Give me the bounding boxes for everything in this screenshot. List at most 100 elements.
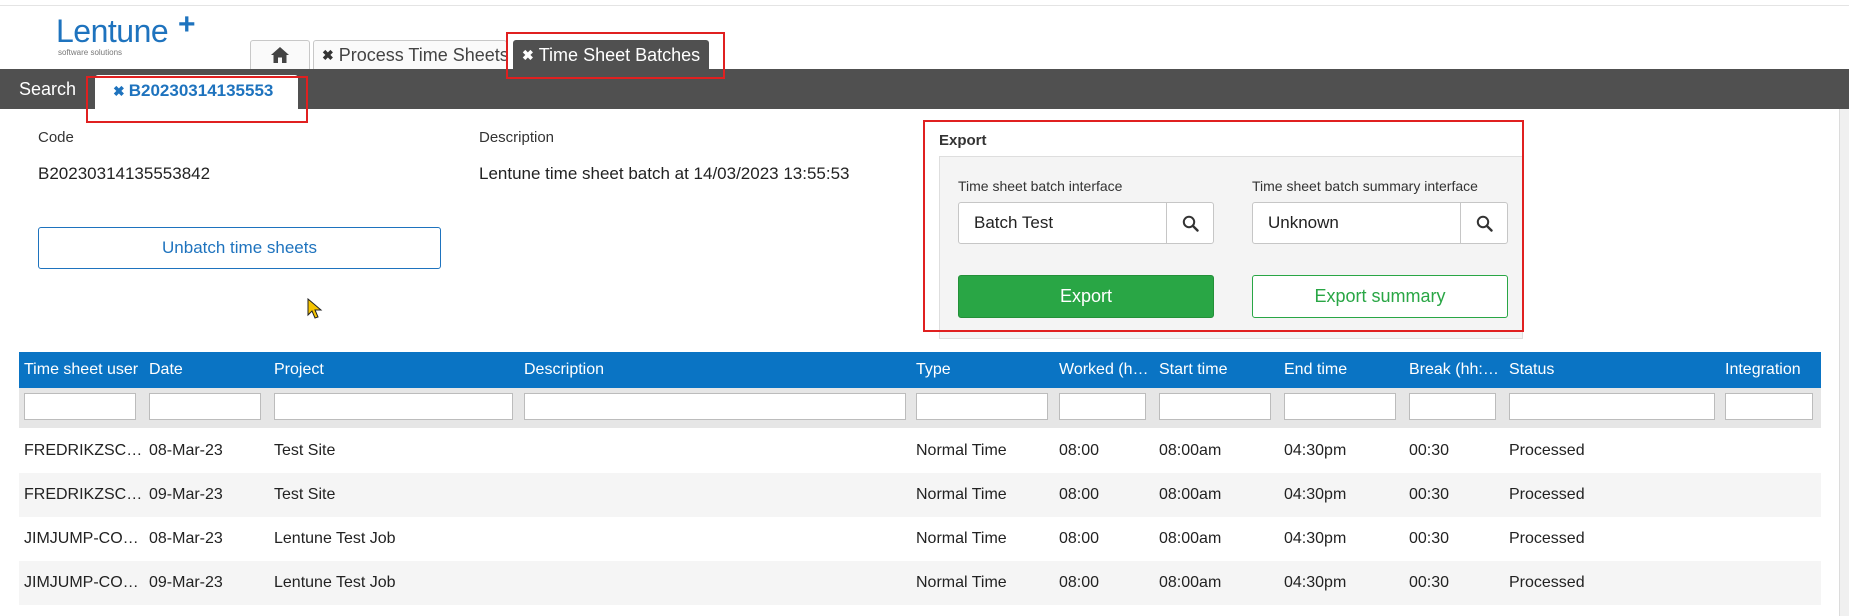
- vertical-scrollbar[interactable]: [1839, 109, 1849, 616]
- cell-break: 00:30: [1409, 530, 1450, 547]
- unbatch-time-sheets-button[interactable]: Unbatch time sheets: [38, 227, 441, 269]
- cell-project: Lentune Test Job: [274, 574, 396, 591]
- close-icon[interactable]: ✖: [322, 47, 334, 64]
- table-row[interactable]: JIMJUMP-CONSULTING 08-Mar-23 Lentune Tes…: [19, 517, 1821, 561]
- column-header[interactable]: Date: [144, 352, 269, 388]
- search-tab[interactable]: Search: [19, 69, 76, 109]
- search-icon: [1182, 215, 1199, 232]
- filter-input[interactable]: [1409, 393, 1496, 420]
- tab-time-sheet-batches[interactable]: ✖ Time Sheet Batches: [513, 40, 709, 69]
- top-divider: [0, 5, 1849, 6]
- description-value: Lentune time sheet batch at 14/03/2023 1…: [479, 164, 850, 183]
- cell-start-time: 08:00am: [1159, 574, 1222, 591]
- cell-break: 00:30: [1409, 574, 1450, 591]
- cell-start-time: 08:00am: [1159, 442, 1222, 459]
- tab-home[interactable]: [250, 40, 310, 69]
- cell-worked: 08:00: [1059, 442, 1100, 459]
- cell-project: Lentune Test Job: [274, 530, 396, 547]
- export-summary-button[interactable]: Export summary: [1252, 275, 1508, 318]
- grid-header: Time sheet user Date Project Description…: [19, 352, 1821, 388]
- filter-input[interactable]: [1284, 393, 1396, 420]
- column-header[interactable]: Project: [269, 352, 519, 388]
- search-icon: [1476, 215, 1493, 232]
- column-header[interactable]: Break (hh:mm): [1404, 352, 1504, 388]
- cell-break: 00:30: [1409, 486, 1450, 503]
- cell-worked: 08:00: [1059, 574, 1100, 591]
- sub-navigation-bar: Search ✖ B20230314135553: [0, 69, 1849, 115]
- cell-type: Normal Time: [916, 486, 1007, 503]
- batch-interface-label: Time sheet batch interface: [958, 178, 1123, 194]
- column-header[interactable]: Worked (hh:mm): [1054, 352, 1154, 388]
- cell-description: [519, 473, 911, 517]
- cell-date: 09-Mar-23: [149, 574, 223, 591]
- filter-input[interactable]: [274, 393, 513, 420]
- cell-end-time: 04:30pm: [1284, 442, 1347, 459]
- filter-input[interactable]: [24, 393, 136, 420]
- cell-user: FREDRIKZSCHUMACHER: [24, 486, 144, 503]
- home-icon: [271, 47, 289, 63]
- column-header[interactable]: End time: [1279, 352, 1404, 388]
- export-section-title: Export: [939, 132, 987, 149]
- column-header[interactable]: Type: [911, 352, 1054, 388]
- cell-status: Processed: [1509, 530, 1585, 547]
- batch-interface-field[interactable]: Batch Test: [958, 202, 1214, 244]
- batch-interface-input[interactable]: Batch Test: [959, 203, 1166, 243]
- batch-summary-interface-lookup-button[interactable]: [1460, 203, 1507, 243]
- column-header[interactable]: Description: [519, 352, 911, 388]
- cell-integration: [1720, 561, 1821, 605]
- mouse-pointer-icon: [307, 298, 323, 319]
- cell-project: Test Site: [274, 486, 336, 503]
- batch-summary-interface-field[interactable]: Unknown: [1252, 202, 1508, 244]
- filter-input[interactable]: [1509, 393, 1715, 420]
- tab-batch-record[interactable]: ✖ B20230314135553: [95, 75, 298, 115]
- column-header[interactable]: Start time: [1154, 352, 1279, 388]
- column-header[interactable]: Time sheet user: [19, 352, 144, 388]
- description-label: Description: [479, 129, 555, 146]
- cell-type: Normal Time: [916, 442, 1007, 459]
- cell-type: Normal Time: [916, 574, 1007, 591]
- cell-status: Processed: [1509, 574, 1585, 591]
- batch-summary-interface-label: Time sheet batch summary interface: [1252, 178, 1478, 194]
- filter-input[interactable]: [149, 393, 261, 420]
- code-value: B20230314135553842: [38, 164, 211, 183]
- lentune-logo: Lentune + software solutions: [56, 8, 206, 62]
- cell-start-time: 08:00am: [1159, 486, 1222, 503]
- export-button[interactable]: Export: [958, 275, 1214, 318]
- filter-input[interactable]: [1059, 393, 1146, 420]
- tab-label: Process Time Sheets: [338, 44, 509, 65]
- cell-end-time: 04:30pm: [1284, 486, 1347, 503]
- cell-integration: [1720, 429, 1821, 473]
- filter-input[interactable]: [524, 393, 906, 420]
- cell-status: Processed: [1509, 442, 1585, 459]
- table-row[interactable]: FREDRIKZSCHUMACHER 08-Mar-23 Test Site N…: [19, 429, 1821, 473]
- cell-description: [519, 517, 911, 561]
- column-header[interactable]: Status: [1504, 352, 1720, 388]
- cell-worked: 08:00: [1059, 530, 1100, 547]
- tab-label: B20230314135553: [128, 81, 274, 100]
- filter-input[interactable]: [916, 393, 1048, 420]
- table-row[interactable]: JIMJUMP-CONSULTING 09-Mar-23 Lentune Tes…: [19, 561, 1821, 605]
- close-icon[interactable]: ✖: [522, 47, 534, 64]
- cell-date: 09-Mar-23: [149, 486, 223, 503]
- cell-description: [519, 429, 911, 473]
- grid-filter-row: [19, 388, 1821, 428]
- filter-input[interactable]: [1159, 393, 1271, 420]
- cell-end-time: 04:30pm: [1284, 574, 1347, 591]
- cell-worked: 08:00: [1059, 486, 1100, 503]
- tab-label: Time Sheet Batches: [538, 44, 701, 65]
- cell-date: 08-Mar-23: [149, 530, 223, 547]
- cell-integration: [1720, 517, 1821, 561]
- cell-type: Normal Time: [916, 530, 1007, 547]
- cell-integration: [1720, 473, 1821, 517]
- batch-interface-lookup-button[interactable]: [1166, 203, 1213, 243]
- table-row[interactable]: FREDRIKZSCHUMACHER 09-Mar-23 Test Site N…: [19, 473, 1821, 517]
- close-icon[interactable]: ✖: [113, 83, 125, 99]
- cell-end-time: 04:30pm: [1284, 530, 1347, 547]
- cell-user: FREDRIKZSCHUMACHER: [24, 442, 144, 459]
- cell-user: JIMJUMP-CONSULTING: [24, 530, 144, 547]
- tab-process-time-sheets[interactable]: ✖ Process Time Sheets: [313, 40, 509, 69]
- filter-input[interactable]: [1725, 393, 1813, 420]
- column-header[interactable]: Integration: [1720, 352, 1821, 388]
- cell-description: [519, 561, 911, 605]
- batch-summary-interface-input[interactable]: Unknown: [1253, 203, 1460, 243]
